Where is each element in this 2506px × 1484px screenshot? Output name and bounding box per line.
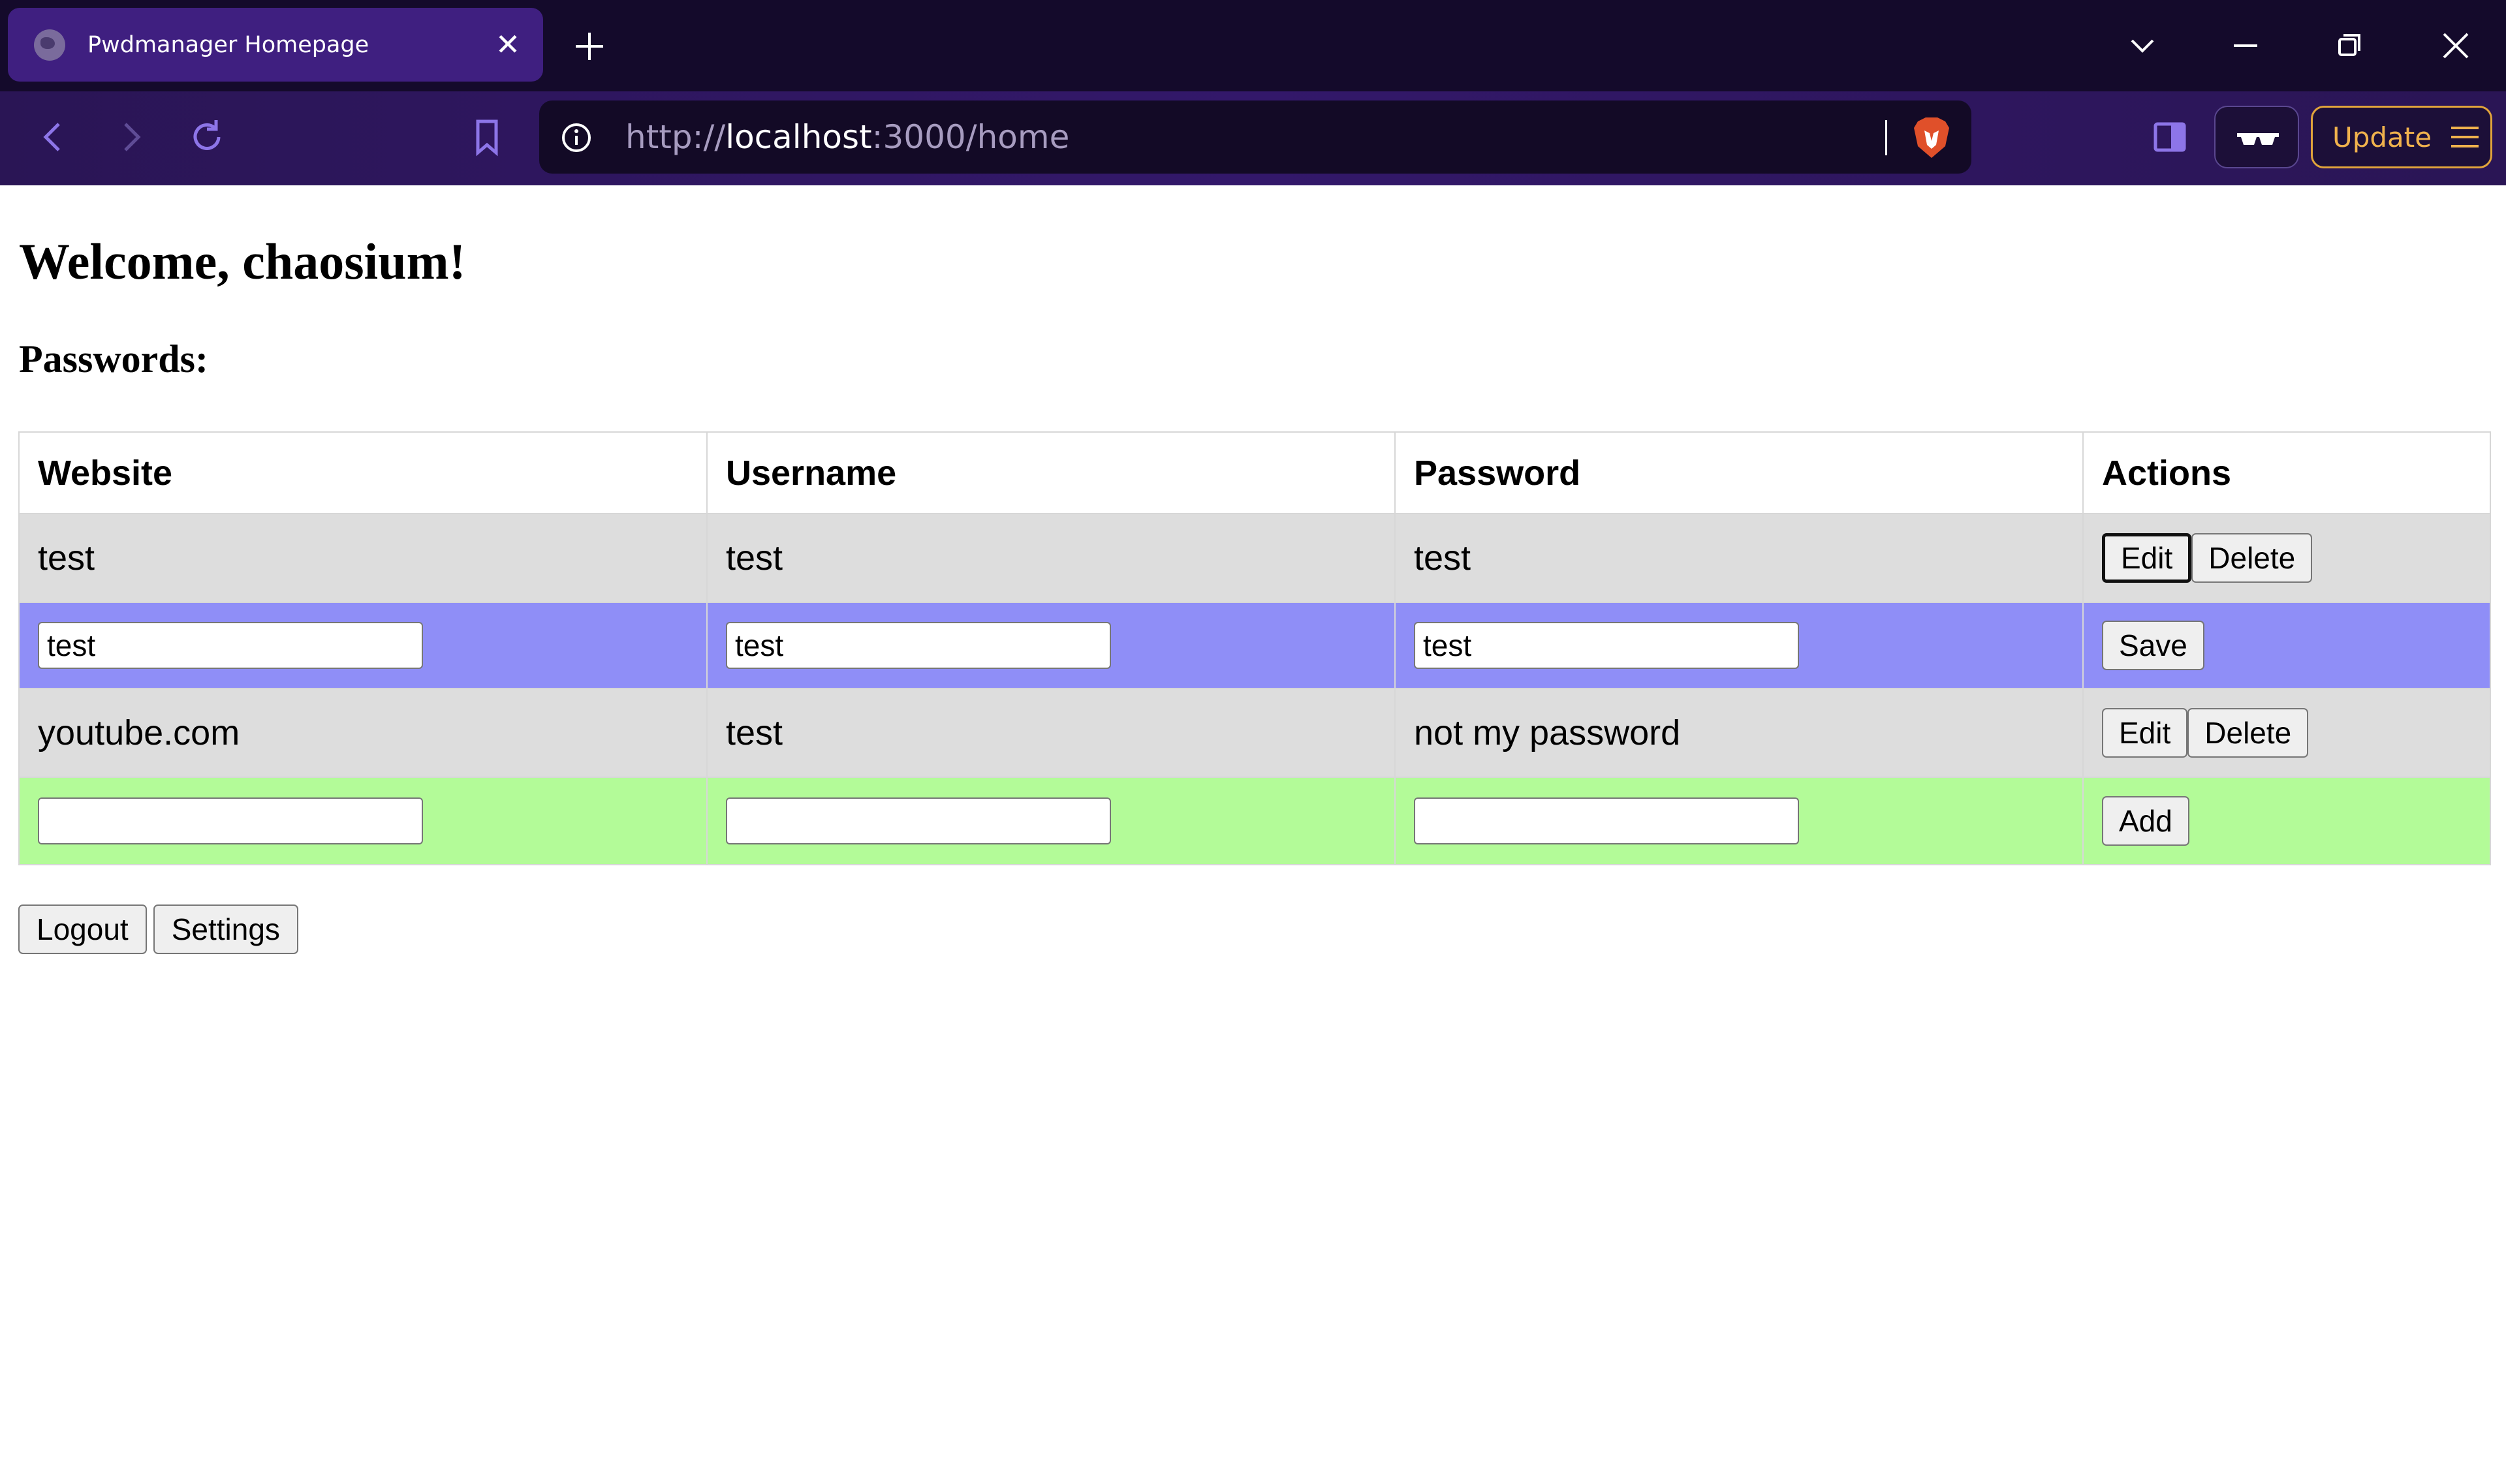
- close-window-icon[interactable]: [2430, 21, 2482, 70]
- update-button[interactable]: Update: [2311, 106, 2492, 168]
- brave-shields-icon[interactable]: [1910, 115, 1953, 161]
- add-cell-website: [18, 777, 708, 865]
- url-host: localhost: [725, 118, 872, 156]
- edit-website-input[interactable]: [38, 622, 423, 669]
- table-row-edit: Save: [18, 602, 2491, 689]
- back-icon[interactable]: [27, 111, 80, 163]
- url-text[interactable]: http://localhost:3000/home: [625, 100, 1069, 174]
- browser-tab[interactable]: Pwdmanager Homepage ✕: [8, 8, 543, 82]
- save-button[interactable]: Save: [2102, 621, 2204, 670]
- edit-cell-actions: Save: [2082, 602, 2491, 689]
- cell-actions: Edit Delete: [2082, 688, 2491, 778]
- url-text-cursor: [1885, 120, 1887, 155]
- table-header-row: Website Username Password Actions: [18, 431, 2491, 514]
- cell-password: test: [1394, 513, 2084, 603]
- bookmark-icon[interactable]: [461, 111, 513, 163]
- update-label: Update: [2332, 121, 2432, 153]
- url-scheme: http://: [625, 118, 726, 156]
- table-row: test test test Edit Delete: [18, 513, 2491, 603]
- cell-actions: Edit Delete: [2082, 513, 2491, 603]
- header-password: Password: [1394, 431, 2084, 514]
- new-password-input[interactable]: [1414, 797, 1799, 844]
- tab-title: Pwdmanager Homepage: [87, 31, 369, 58]
- edit-username-input[interactable]: [726, 622, 1111, 669]
- header-actions: Actions: [2082, 431, 2491, 514]
- url-path: :3000/home: [871, 118, 1070, 156]
- footer-buttons: Logout Settings: [18, 904, 305, 954]
- settings-button[interactable]: Settings: [153, 904, 298, 954]
- delete-button[interactable]: Delete: [2187, 708, 2309, 758]
- table-row-add: Add: [18, 777, 2491, 865]
- header-website: Website: [18, 431, 708, 514]
- cell-username: test: [706, 513, 1396, 603]
- edit-cell-username: [706, 602, 1396, 689]
- address-bar[interactable]: http://localhost:3000/home: [539, 100, 1971, 174]
- delete-button[interactable]: Delete: [2191, 533, 2313, 583]
- table-row: youtube.com test not my password Edit Del…: [18, 688, 2491, 778]
- site-info-icon[interactable]: [559, 120, 594, 155]
- add-cell-actions: Add: [2082, 777, 2491, 865]
- cell-website: test: [18, 513, 708, 603]
- forward-icon[interactable]: [104, 111, 157, 163]
- new-tab-icon[interactable]: [567, 23, 612, 69]
- passwords-heading: Passwords:: [19, 337, 209, 380]
- logout-button[interactable]: Logout: [18, 904, 147, 954]
- edit-cell-password: [1394, 602, 2084, 689]
- passwords-table: Website Username Password Actions test t…: [18, 431, 2491, 865]
- cell-website: youtube.com: [18, 688, 708, 778]
- header-username: Username: [706, 431, 1396, 514]
- reader-mode-button[interactable]: [2214, 106, 2299, 168]
- restore-icon[interactable]: [2324, 21, 2376, 70]
- cell-password: not my password: [1394, 688, 2084, 778]
- minimize-icon[interactable]: [2219, 21, 2272, 70]
- globe-icon: [34, 29, 65, 61]
- cell-username: test: [706, 688, 1396, 778]
- edit-button[interactable]: Edit: [2102, 533, 2192, 583]
- close-tab-icon[interactable]: ✕: [491, 27, 525, 61]
- edit-cell-website: [18, 602, 708, 689]
- browser-tab-bar: Pwdmanager Homepage ✕: [0, 0, 2506, 91]
- edit-button[interactable]: Edit: [2102, 708, 2188, 758]
- add-cell-username: [706, 777, 1396, 865]
- sidebar-icon[interactable]: [2144, 111, 2196, 163]
- add-cell-password: [1394, 777, 2084, 865]
- new-username-input[interactable]: [726, 797, 1111, 844]
- menu-icon: [2451, 127, 2479, 147]
- glasses-icon: [2237, 133, 2279, 145]
- tab-list-chevron-icon[interactable]: [2116, 21, 2169, 70]
- edit-password-input[interactable]: [1414, 622, 1799, 669]
- add-button[interactable]: Add: [2102, 796, 2189, 846]
- welcome-heading: Welcome, chaosium!: [19, 233, 466, 290]
- reload-icon[interactable]: [181, 111, 233, 163]
- new-website-input[interactable]: [38, 797, 423, 844]
- browser-toolbar: http://localhost:3000/home Update: [0, 91, 2506, 185]
